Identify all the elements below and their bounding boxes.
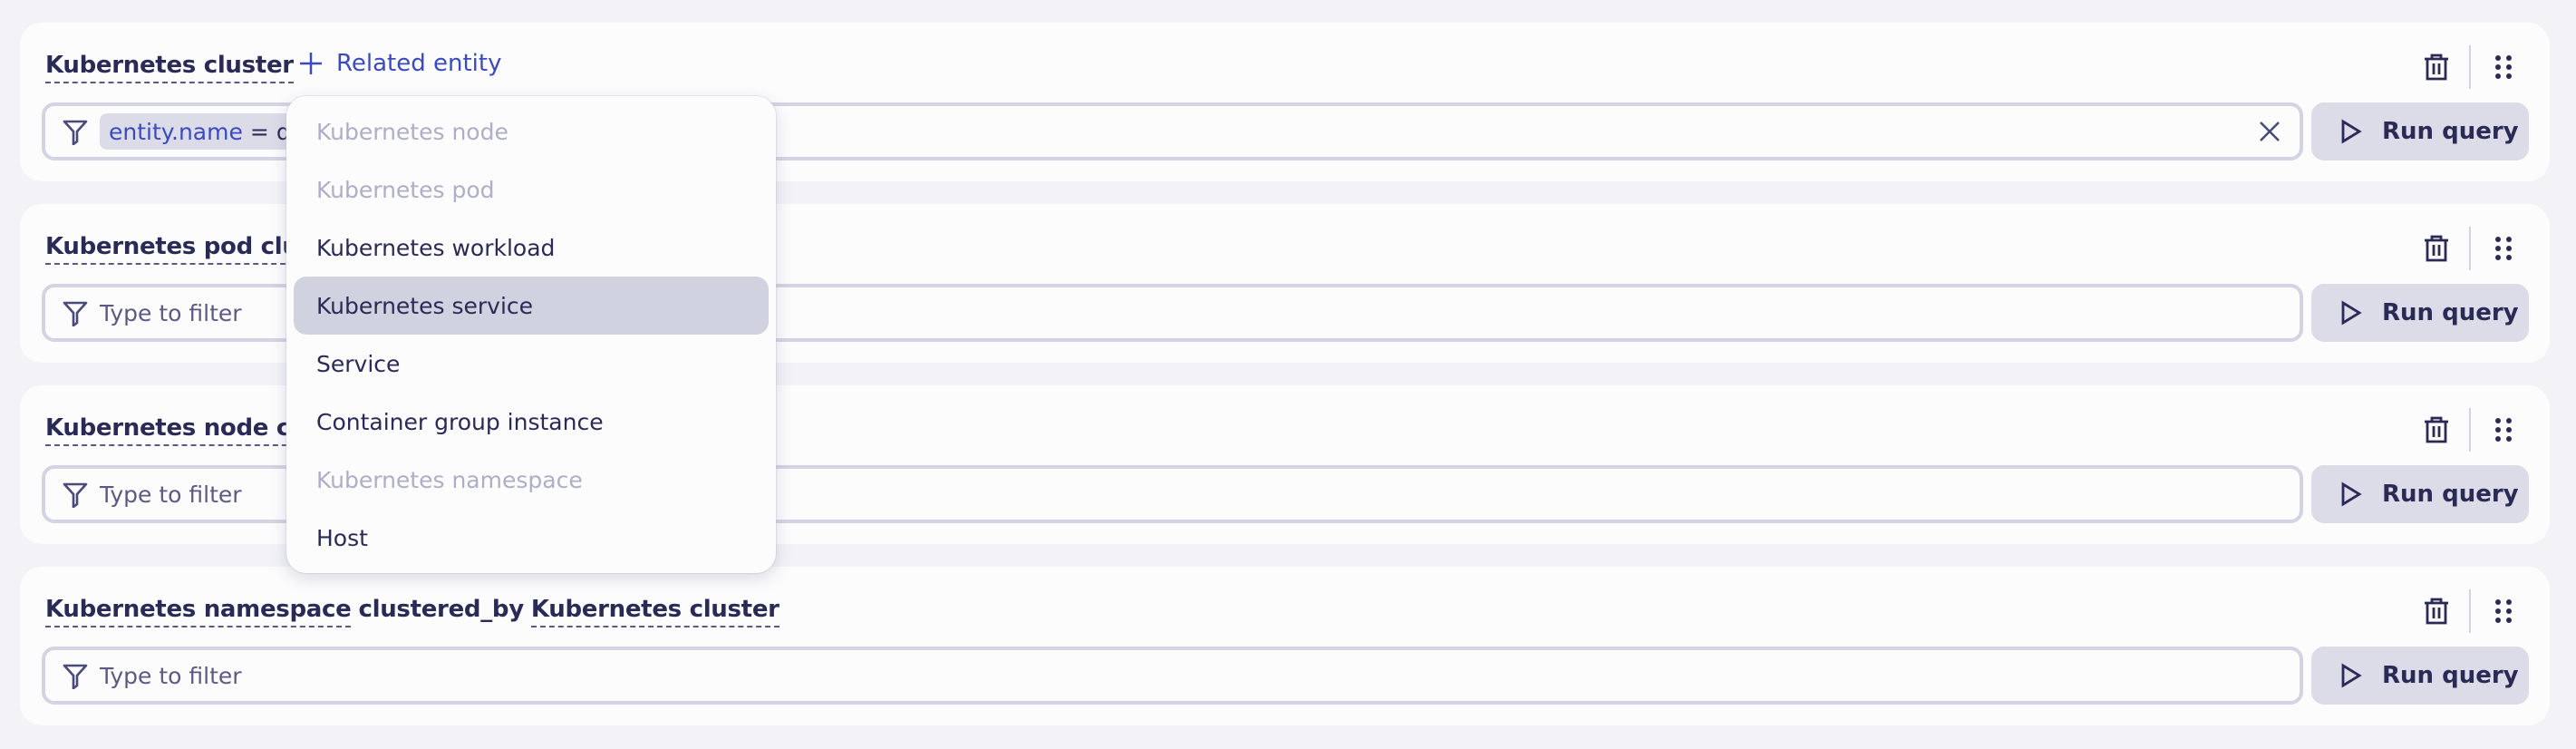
run-query-button[interactable]: Run query [2311,647,2529,705]
divider [2469,589,2471,633]
filter-chip-operator: = [249,118,269,145]
run-query-button[interactable]: Run query [2311,465,2529,523]
drag-handle-icon[interactable] [2494,598,2513,624]
trash-icon[interactable] [2422,415,2451,444]
filter-icon [63,482,88,508]
dropdown-item-service[interactable]: Service [294,335,769,393]
filter-placeholder: Type to filter [100,481,242,508]
filter-icon [63,301,88,326]
filter-chip-key: entity.name [109,118,243,145]
play-icon [2341,300,2362,326]
filter-chip[interactable]: entity.name = dt [100,113,309,150]
card-title: Kubernetes node clu [45,414,315,446]
play-icon [2341,482,2362,507]
dropdown-item-kubernetes-node: Kubernetes node [316,118,508,145]
run-query-label: Run query [2382,481,2519,508]
add-related-entity-button[interactable]: Related entity [298,50,501,77]
dropdown-item-host[interactable]: Host [294,509,769,567]
drag-handle-icon[interactable] [2494,417,2513,443]
divider [2469,408,2471,452]
query-card-4: Kubernetes namespace clustered_by Kubern… [20,567,2550,725]
trash-icon[interactable] [2422,234,2451,263]
dropdown-item-container-group-instance[interactable]: Container group instance [294,393,769,451]
run-query-label: Run query [2382,299,2519,326]
filter-input[interactable]: Type to filter [42,647,2303,705]
card-title: Kubernetes namespace clustered_by Kubern… [45,596,780,627]
run-query-label: Run query [2382,118,2519,145]
dropdown-item-kubernetes-service[interactable]: Kubernetes service [294,277,769,335]
card-title: Kubernetes pod clus [45,233,313,265]
trash-icon[interactable] [2422,597,2451,626]
run-query-label: Run query [2382,662,2519,689]
dropdown-item-kubernetes-workload[interactable]: Kubernetes workload [294,219,769,277]
dropdown-item-kubernetes-pod: Kubernetes pod [316,176,495,203]
close-icon[interactable] [2258,120,2281,143]
filter-icon [63,120,88,145]
relationship-label: clustered_by [358,596,524,623]
play-icon [2341,663,2362,688]
divider [2469,45,2471,89]
card-title: Kubernetes cluster [45,52,294,83]
trash-icon[interactable] [2422,53,2451,82]
entity-type-link[interactable]: Kubernetes cluster [45,52,294,83]
run-query-button[interactable]: Run query [2311,102,2529,160]
play-icon [2341,119,2362,144]
run-query-button[interactable]: Run query [2311,284,2529,342]
filter-icon [63,664,88,689]
plus-icon [300,53,322,74]
related-entity-dropdown: Kubernetes node Kubernetes pod Kubernete… [286,96,776,573]
drag-handle-icon[interactable] [2494,54,2513,80]
filter-placeholder: Type to filter [100,662,242,689]
target-entity-link[interactable]: Kubernetes cluster [530,596,780,627]
filter-placeholder: Type to filter [100,299,242,326]
entity-type-link[interactable]: Kubernetes pod clus [45,233,313,265]
dropdown-item-kubernetes-namespace: Kubernetes namespace [316,466,583,493]
entity-type-link[interactable]: Kubernetes node clu [45,414,315,446]
add-related-entity-label: Related entity [336,50,502,77]
drag-handle-icon[interactable] [2494,236,2513,261]
divider [2469,227,2471,270]
source-entity-link[interactable]: Kubernetes namespace [45,596,352,627]
